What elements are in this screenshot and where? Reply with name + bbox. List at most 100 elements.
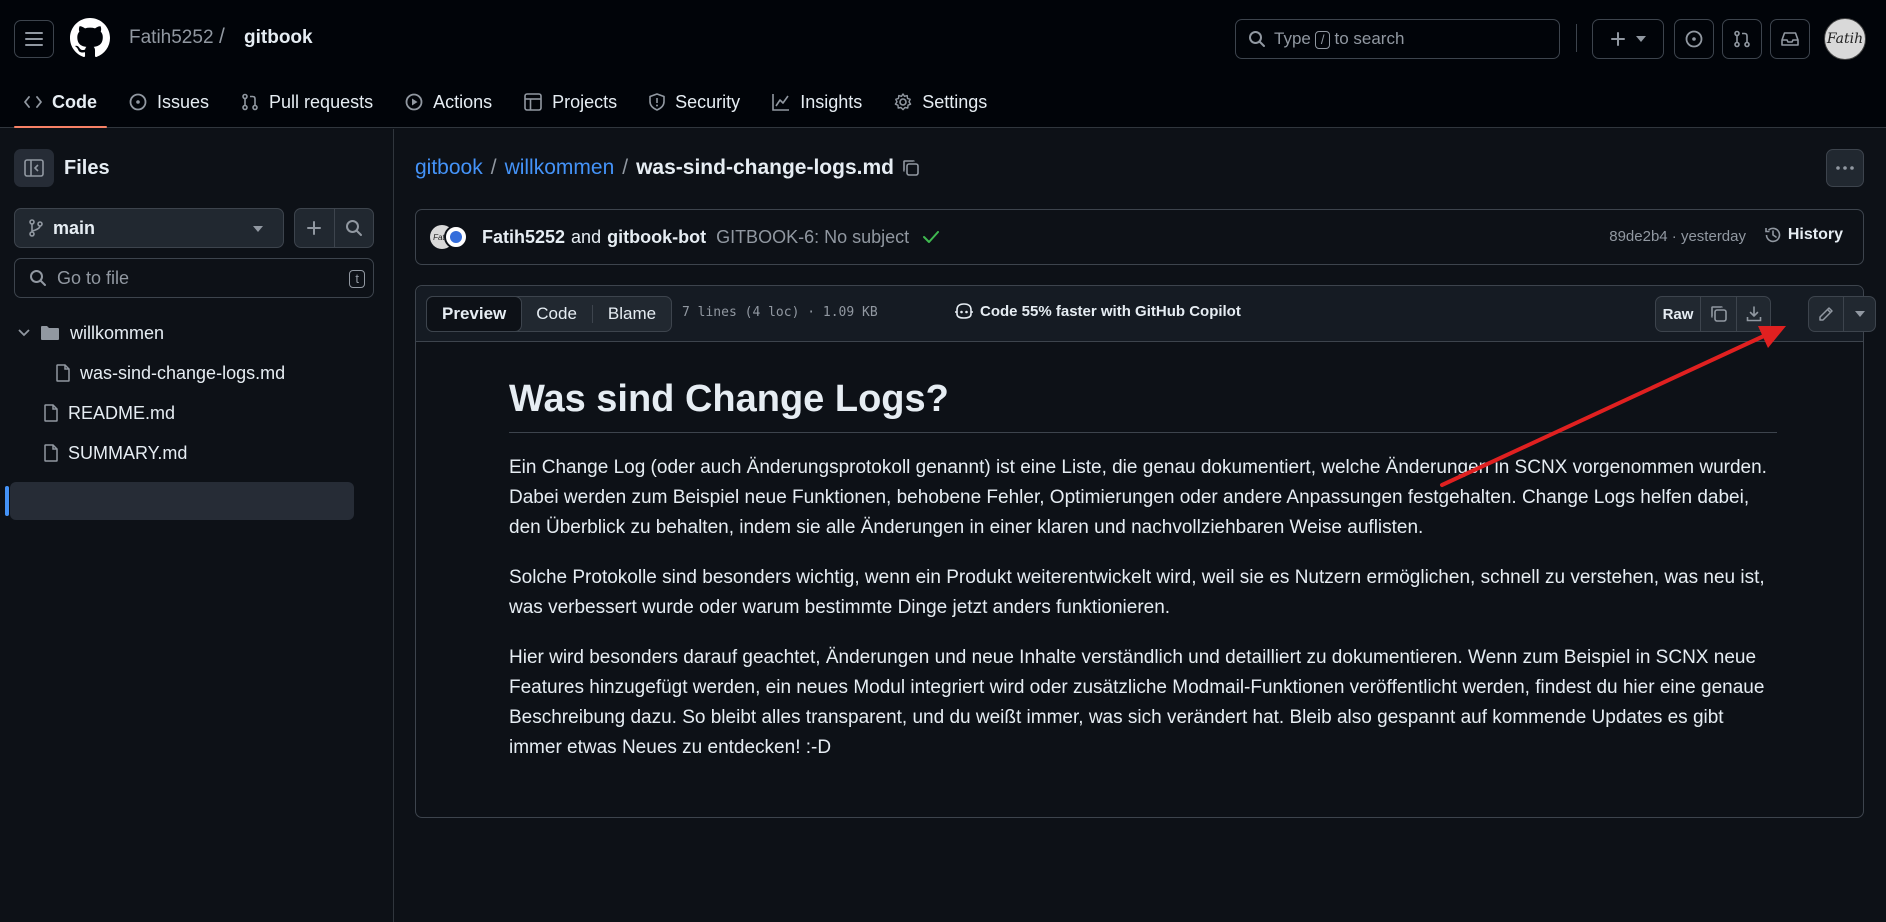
- preview-tab[interactable]: Preview: [426, 296, 523, 332]
- issue-icon: [129, 93, 147, 111]
- tab-issues[interactable]: Issues: [119, 76, 219, 128]
- chevron-down-icon: [1636, 36, 1646, 42]
- pull-request-icon: [242, 93, 258, 111]
- chevron-down-icon: [18, 329, 30, 337]
- tree-item-label: README.md: [68, 402, 176, 423]
- issue-icon: [1685, 30, 1703, 48]
- tab-code[interactable]: Code: [14, 76, 107, 128]
- code-view-tab[interactable]: Code: [521, 297, 592, 331]
- pull-requests-button[interactable]: [1722, 19, 1762, 59]
- blame-tab[interactable]: Blame: [591, 304, 671, 323]
- edit-actions: [1808, 296, 1876, 332]
- github-logo-icon[interactable]: [70, 18, 110, 58]
- plus-icon: [1611, 32, 1625, 46]
- check-icon[interactable]: [923, 231, 940, 243]
- download-button[interactable]: [1736, 297, 1770, 331]
- chevron-down-icon: [253, 226, 263, 232]
- more-options-button[interactable]: [1826, 149, 1864, 187]
- collapse-sidebar-button[interactable]: [14, 149, 54, 187]
- table-icon: [524, 93, 542, 111]
- breadcrumb-separator: /: [490, 156, 497, 179]
- edit-file-button[interactable]: [1809, 297, 1843, 331]
- file-icon: [44, 404, 58, 422]
- file-view: gitbook / willkommen / was-sind-change-l…: [395, 129, 1886, 922]
- commit-coauthor-link[interactable]: gitbook-bot: [607, 227, 706, 248]
- go-to-file-shortcut: t: [349, 270, 365, 288]
- tab-pull-requests[interactable]: Pull requests: [231, 76, 383, 128]
- breadcrumb-current-file: was-sind-change-logs.md: [636, 156, 894, 179]
- search-input[interactable]: Type / to search: [1235, 19, 1560, 59]
- copy-raw-button[interactable]: [1700, 297, 1736, 331]
- go-to-file-input[interactable]: Go to file t: [14, 258, 374, 298]
- history-label: History: [1787, 226, 1843, 243]
- tab-projects[interactable]: Projects: [514, 76, 627, 128]
- file-icon: [44, 444, 58, 462]
- sidebar-actions: [294, 208, 374, 248]
- tree-file-summary[interactable]: SUMMARY.md: [44, 434, 187, 472]
- search-icon: [1249, 31, 1265, 47]
- tree-file-readme[interactable]: README.md: [44, 394, 175, 432]
- tab-settings[interactable]: Settings: [884, 76, 997, 128]
- file-toolbar: Preview Code Blame 7 lines (4 loc) · 1.0…: [416, 286, 1876, 342]
- branch-name: main: [53, 217, 96, 238]
- gear-icon: [894, 93, 912, 111]
- history-button[interactable]: History: [1764, 226, 1843, 244]
- markdown-body: Was sind Change Logs? Ein Change Log (od…: [509, 376, 1777, 783]
- tab-label: Code: [52, 91, 97, 112]
- breadcrumb: gitbook / willkommen / was-sind-change-l…: [415, 156, 920, 180]
- branch-selector[interactable]: main: [14, 208, 284, 248]
- tab-label: Issues: [157, 91, 210, 112]
- kebab-horizontal-icon: [1836, 166, 1854, 170]
- pencil-icon: [1819, 307, 1833, 321]
- tree-item-label: was-sind-change-logs.md: [80, 362, 286, 383]
- sidebar-title: Files: [64, 157, 110, 179]
- copy-path-icon[interactable]: [902, 159, 920, 177]
- breadcrumb-folder-link[interactable]: willkommen: [505, 156, 615, 180]
- repo-owner-link[interactable]: Fatih5252: [129, 27, 214, 49]
- user-avatar[interactable]: Fatih: [1824, 18, 1866, 60]
- tab-label: Projects: [552, 91, 618, 112]
- tab-actions[interactable]: Actions: [395, 76, 502, 128]
- repo-name-link[interactable]: gitbook: [244, 27, 313, 49]
- hamburger-icon: [25, 32, 43, 46]
- create-new-button[interactable]: [1592, 19, 1664, 59]
- tree-folder-willkommen[interactable]: willkommen: [18, 314, 164, 352]
- copilot-promo-link[interactable]: Code 55% faster with GitHub Copilot: [954, 302, 1241, 320]
- article-paragraph: Solche Protokolle sind besonders wichtig…: [509, 567, 1765, 618]
- bot-avatar[interactable]: [444, 225, 468, 249]
- tab-label: Insights: [800, 91, 863, 112]
- graph-icon: [772, 94, 790, 111]
- commit-sha-time[interactable]: 89de2b4 · yesterday: [1609, 228, 1746, 245]
- pull-request-icon: [1734, 30, 1750, 48]
- copy-icon: [1710, 306, 1727, 322]
- commit-avatars: Fatih: [430, 223, 470, 251]
- sidebar-collapse-icon: [24, 159, 44, 177]
- git-branch-icon: [29, 219, 43, 237]
- view-mode-switch: Preview Code Blame: [426, 296, 673, 332]
- add-file-button[interactable]: [295, 209, 334, 247]
- search-icon: [345, 220, 362, 236]
- tree-file-was-sind-change-logs[interactable]: was-sind-change-logs.md: [56, 354, 285, 392]
- edit-options-dropdown[interactable]: [1843, 297, 1875, 331]
- code-icon: [24, 96, 42, 108]
- repo-tabs: Code Issues Pull requests Actions Projec…: [14, 76, 1009, 128]
- issues-button[interactable]: [1674, 19, 1714, 59]
- tree-selection-highlight: [10, 482, 354, 520]
- commit-message-link[interactable]: GITBOOK-6: No subject: [716, 227, 909, 248]
- commit-author-link[interactable]: Fatih5252: [482, 227, 565, 248]
- breadcrumb-root-link[interactable]: gitbook: [415, 156, 483, 180]
- menu-button[interactable]: [14, 20, 54, 58]
- latest-commit-bar: Fatih Fatih5252 and gitbook-bot GITBOOK-…: [415, 209, 1864, 265]
- tab-label: Pull requests: [269, 91, 374, 112]
- search-files-button[interactable]: [333, 209, 373, 247]
- tree-item-label: SUMMARY.md: [68, 442, 188, 463]
- inbox-button[interactable]: [1770, 19, 1810, 59]
- tab-security[interactable]: Security: [639, 76, 750, 128]
- tab-label: Actions: [433, 91, 493, 112]
- raw-button[interactable]: Raw: [1656, 297, 1700, 331]
- tab-insights[interactable]: Insights: [762, 76, 872, 128]
- tab-label: Security: [675, 91, 741, 112]
- owner-repo-separator: /: [219, 25, 225, 48]
- file-info: 7 lines (4 loc) · 1.09 KB: [682, 305, 878, 320]
- search-suffix: to search: [1334, 29, 1405, 48]
